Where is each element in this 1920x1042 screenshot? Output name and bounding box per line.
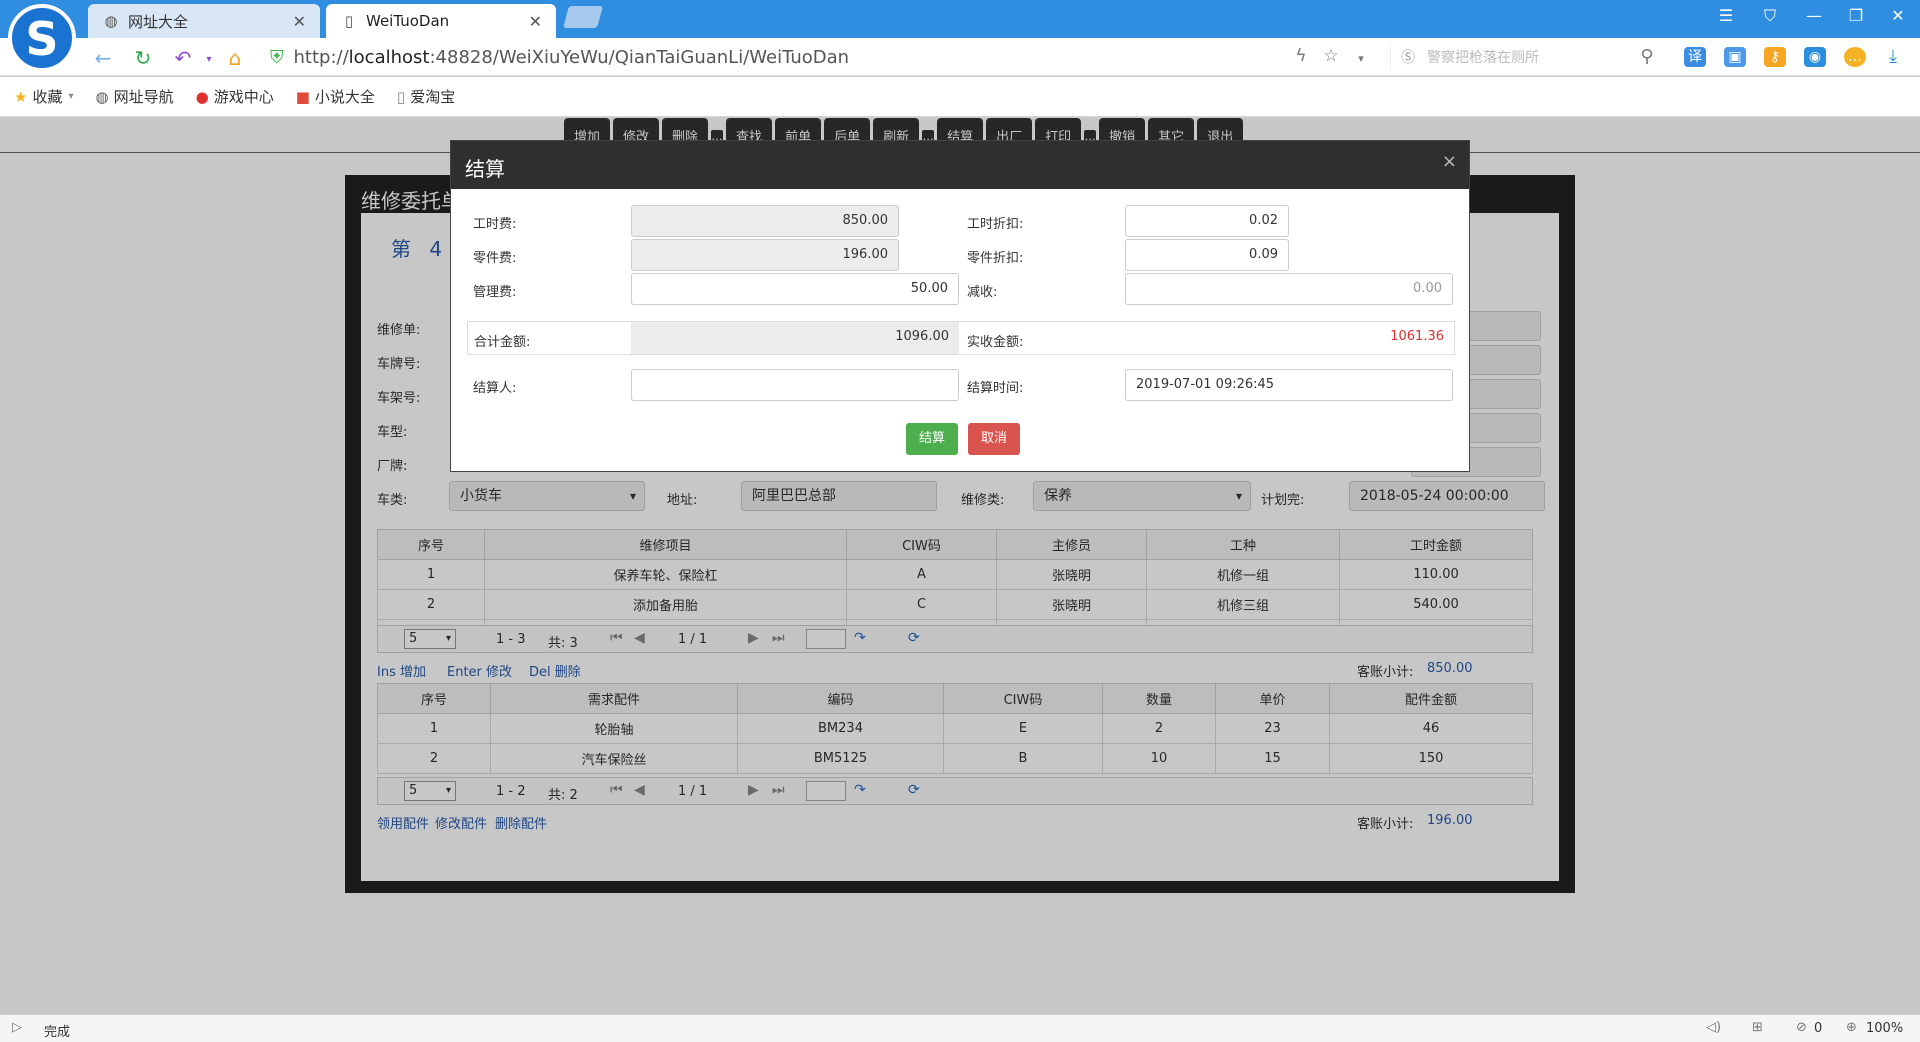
labor-discount-field[interactable]: 0.02: [1125, 205, 1289, 237]
settle-button[interactable]: 结算: [906, 423, 958, 455]
tab-weituodan[interactable]: ▯ WeiTuoDan ✕: [326, 4, 556, 38]
parts-discount-label: 零件折扣:: [967, 251, 1024, 266]
block-count: 0: [1814, 1021, 1823, 1036]
menu-icon[interactable]: ☰: [1712, 6, 1740, 25]
bookmark-nav[interactable]: ◍ 网址导航: [96, 86, 174, 107]
mgmt-fee-field[interactable]: 50.00: [631, 273, 959, 305]
game-icon: ●: [195, 87, 209, 106]
url-field[interactable]: ⛨ http://localhost:48828/WeiXiuYeWu/Qian…: [270, 43, 1360, 71]
parts-discount-field[interactable]: 0.09: [1125, 239, 1289, 271]
bookmarks-bar: ★ 收藏 ▾ ◍ 网址导航 ● 游戏中心 ■ 小说大全 ▯ 爱淘宝: [0, 77, 1920, 117]
undo-icon[interactable]: ↶: [170, 46, 196, 70]
block-icon[interactable]: ⊘: [1796, 1020, 1807, 1035]
close-icon[interactable]: ×: [1442, 151, 1457, 172]
back-icon[interactable]: ←: [90, 46, 116, 70]
search-icon[interactable]: ⚲: [1634, 46, 1660, 67]
globe-icon: ◍: [95, 87, 109, 106]
reduction-label: 减收:: [967, 285, 998, 300]
page-icon: ▯: [396, 87, 406, 106]
home-icon[interactable]: ⌂: [222, 46, 248, 70]
total-field[interactable]: 1096.00: [631, 322, 959, 354]
globe-icon: ◍: [104, 12, 118, 30]
settlement-dialog: 结算 × 工时费: 850.00 工时折扣: 0.02 零件费: 196.00 …: [450, 140, 1470, 472]
star-icon[interactable]: ☆: [1318, 46, 1344, 66]
restore-icon[interactable]: ❐: [1842, 6, 1870, 25]
zoom-level[interactable]: 100%: [1866, 1021, 1903, 1036]
total-row: 合计金额: 1096.00 实收金额: 1061.36: [467, 321, 1455, 355]
play-icon[interactable]: ▷: [12, 1020, 22, 1035]
refresh-icon[interactable]: ↻: [130, 46, 156, 70]
minimize-icon[interactable]: —: [1800, 6, 1828, 25]
bookmark-taobao[interactable]: ▯ 爱淘宝: [397, 86, 455, 107]
labor-fee-label: 工时费:: [473, 217, 517, 232]
settle-time-field[interactable]: 2019-07-01 09:26:45: [1125, 369, 1453, 401]
total-label: 合计金额:: [474, 335, 531, 350]
dialog-title: 结算: [465, 157, 505, 181]
star-icon: ★: [14, 87, 28, 106]
parts-fee-label: 零件费:: [473, 251, 517, 266]
reduction-field[interactable]: 0.00: [1125, 273, 1453, 305]
actual-amount-field[interactable]: 1061.36: [1125, 322, 1454, 354]
mgmt-fee-label: 管理费:: [473, 285, 517, 300]
page-icon: ▯: [344, 12, 354, 30]
lightning-icon[interactable]: ϟ: [1288, 46, 1314, 66]
parts-fee-field[interactable]: 196.00: [631, 239, 899, 271]
settler-label: 结算人:: [473, 381, 517, 396]
network-icon[interactable]: ⊞: [1752, 1020, 1763, 1035]
status-text: 完成: [44, 1025, 71, 1040]
chevron-down-icon: ▾: [68, 91, 74, 102]
dialog-header: 结算 ×: [451, 141, 1469, 189]
bookmark-novels[interactable]: ■ 小说大全: [296, 86, 375, 107]
tab-title: 网址大全: [128, 12, 189, 31]
skin-icon[interactable]: ⛉: [1756, 6, 1784, 26]
settle-time-label: 结算时间:: [967, 381, 1024, 396]
sogou-logo: S: [8, 4, 76, 72]
settler-field[interactable]: [631, 369, 959, 401]
address-bar: ← ↻ ↶ ▾ ⌂ ⛨ http://localhost:48828/WeiXi…: [0, 38, 1920, 76]
status-bar: ▷ 完成 ◁) ⊞ ⊘ 0 ⊕ 100%: [0, 1014, 1920, 1042]
tab-title: WeiTuoDan: [366, 12, 450, 30]
chevron-down-icon[interactable]: ▾: [196, 54, 222, 65]
browser-titlebar: ◍ 网址大全 ✕ ▯ WeiTuoDan ✕ ☰ ⛉ — ❐ ✕: [0, 0, 1920, 38]
labor-fee-field[interactable]: 850.00: [631, 205, 899, 237]
translate-icon[interactable]: 译: [1684, 47, 1706, 67]
bookmark-favorites[interactable]: ★ 收藏 ▾: [14, 86, 74, 107]
sogou-search-icon: Ⓢ: [1401, 50, 1415, 66]
tab-close-icon[interactable]: ✕: [293, 12, 306, 31]
device-icon[interactable]: ▣: [1724, 47, 1746, 67]
more-icon[interactable]: …: [1844, 47, 1866, 67]
zoom-icon[interactable]: ⊕: [1846, 1020, 1857, 1035]
book-icon: ■: [295, 87, 310, 106]
new-tab-button[interactable]: [563, 6, 603, 28]
close-window-icon[interactable]: ✕: [1884, 6, 1912, 25]
chevron-down-icon[interactable]: ▾: [1348, 52, 1374, 65]
download-icon[interactable]: ⤓: [1880, 46, 1906, 67]
screenshot-icon[interactable]: ◉: [1804, 47, 1826, 67]
actual-amount-label: 实收金额:: [967, 335, 1024, 350]
labor-discount-label: 工时折扣:: [967, 217, 1024, 232]
cancel-button[interactable]: 取消: [968, 423, 1020, 455]
secure-shield-icon: ⛨: [270, 46, 284, 68]
bookmark-games[interactable]: ● 游戏中心: [196, 86, 274, 107]
key-icon[interactable]: ⚷: [1764, 47, 1786, 67]
tab-wangzhi[interactable]: ◍ 网址大全 ✕: [88, 4, 320, 38]
speaker-icon[interactable]: ◁): [1706, 1020, 1721, 1035]
tab-close-icon[interactable]: ✕: [529, 12, 542, 31]
